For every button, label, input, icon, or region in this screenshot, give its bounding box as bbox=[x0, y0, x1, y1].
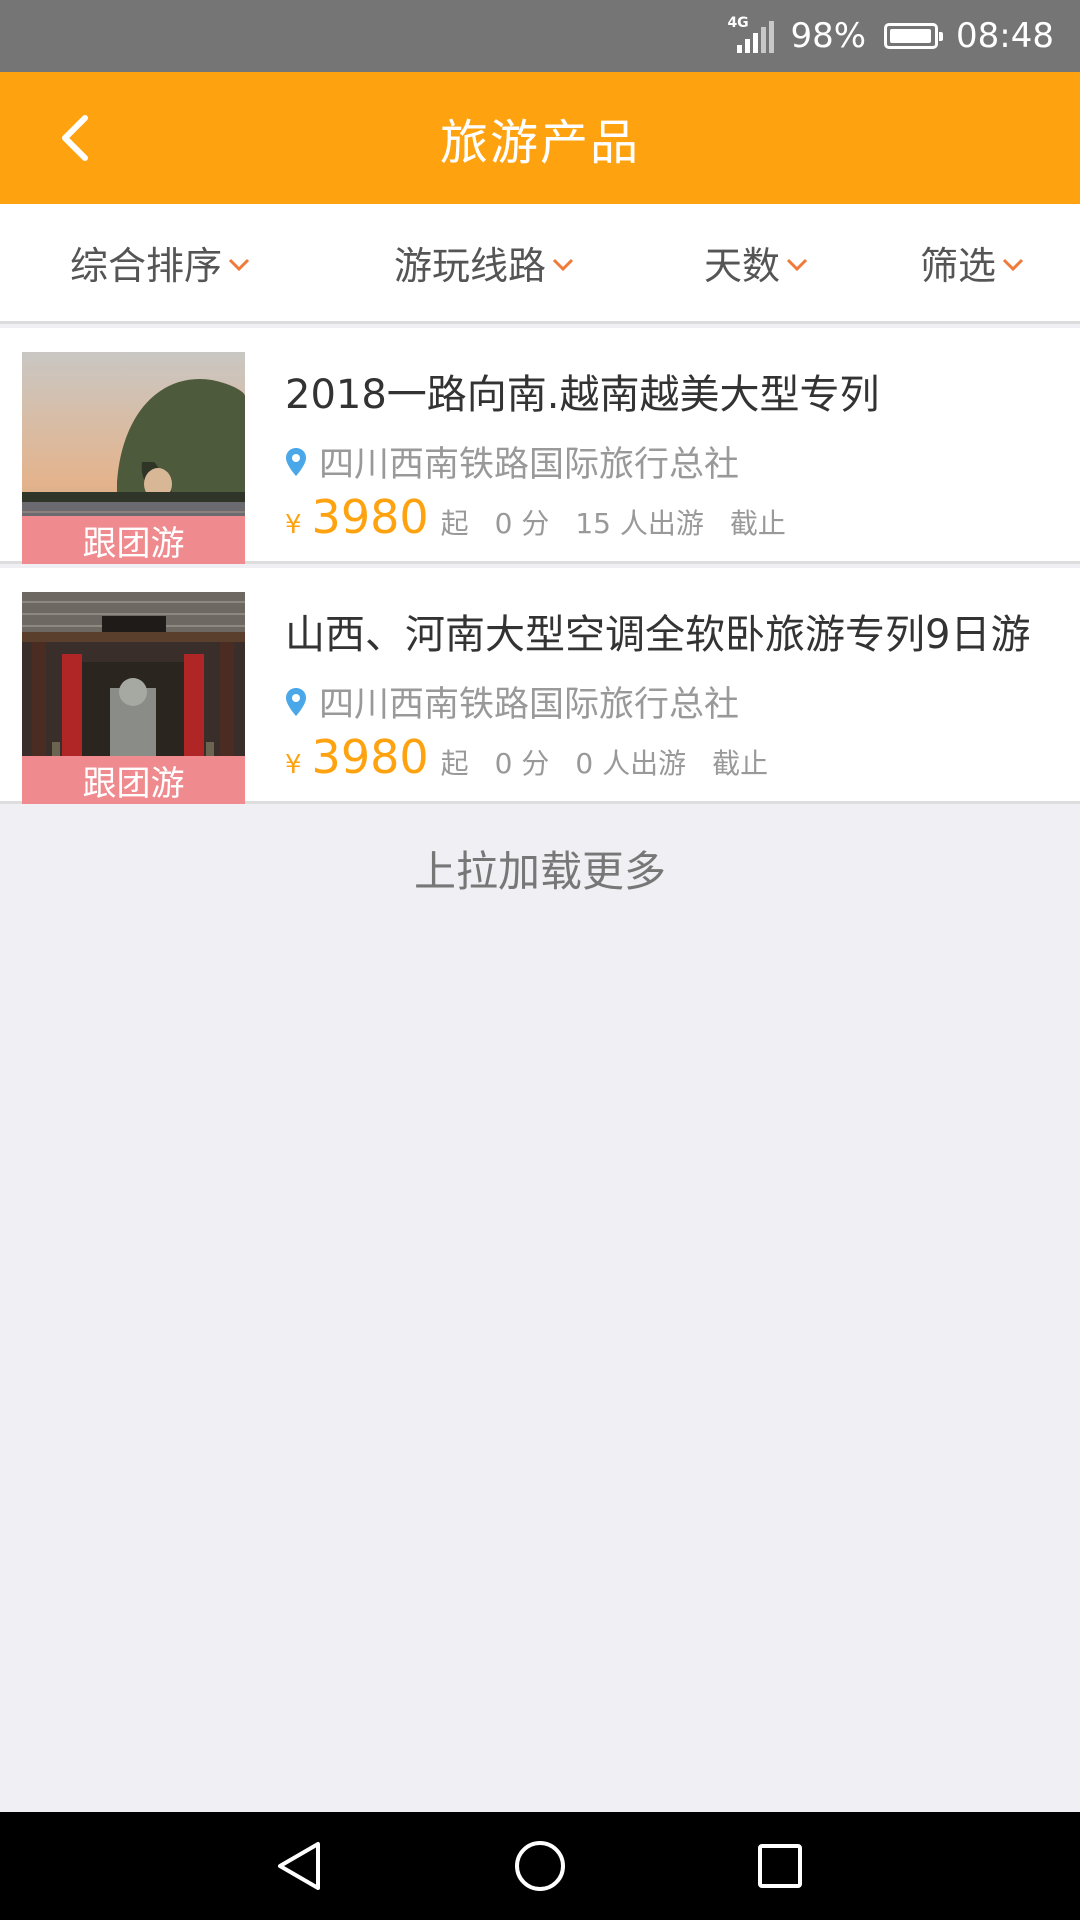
battery-icon bbox=[884, 23, 944, 49]
chevron-down-icon bbox=[228, 258, 250, 271]
chevron-down-icon bbox=[786, 258, 808, 271]
deadline-label: 截止 bbox=[712, 747, 769, 780]
filter-days[interactable]: 天数 bbox=[704, 204, 808, 321]
product-title: 2018一路向南.越南越美大型专列 bbox=[285, 372, 880, 418]
agency-row: 四川西南铁路国际旅行总社 bbox=[285, 436, 739, 487]
clock: 08:48 bbox=[956, 16, 1054, 56]
tour-type-badge: 跟团游 bbox=[22, 516, 245, 564]
product-thumbnail: 跟团游 bbox=[22, 352, 245, 564]
signal-icon: 4G bbox=[727, 15, 775, 53]
chevron-down-icon bbox=[1002, 258, 1024, 271]
currency-symbol: ¥ bbox=[285, 750, 302, 780]
deadline-label: 截止 bbox=[729, 507, 786, 540]
location-pin-icon bbox=[286, 447, 306, 476]
filter-more-label: 筛选 bbox=[920, 244, 997, 288]
status-bar: 4G 98% 08:48 bbox=[0, 0, 1080, 72]
navigation-bar bbox=[0, 1812, 1080, 1920]
filter-sort[interactable]: 综合排序 bbox=[70, 204, 250, 321]
back-triangle-icon[interactable] bbox=[272, 1838, 328, 1894]
price-value: 3980 bbox=[311, 730, 429, 784]
network-type: 4G bbox=[727, 15, 749, 31]
price-suffix: 起 bbox=[440, 507, 469, 540]
product-title: 山西、河南大型空调全软卧旅游专列9日游 bbox=[285, 612, 1031, 658]
tour-type-badge: 跟团游 bbox=[22, 756, 245, 804]
traveler-count: 15 人出游 bbox=[575, 507, 704, 540]
product-card[interactable]: 跟团游 山西、河南大型空调全软卧旅游专列9日游 四川西南铁路国际旅行总社 ¥ 3… bbox=[0, 568, 1080, 804]
currency-symbol: ¥ bbox=[285, 510, 302, 540]
price-value: 3980 bbox=[311, 490, 429, 544]
filter-more[interactable]: 筛选 bbox=[920, 204, 1024, 321]
location-pin-icon bbox=[286, 687, 306, 716]
filter-route-label: 游玩线路 bbox=[394, 244, 547, 288]
title-bar: 旅游产品 bbox=[0, 72, 1080, 204]
traveler-count: 0 人出游 bbox=[575, 747, 687, 780]
price-row: ¥ 3980 起 0 分 0 人出游 截止 bbox=[285, 730, 794, 784]
back-button[interactable] bbox=[38, 102, 110, 174]
product-thumbnail: 跟团游 bbox=[22, 592, 245, 804]
recents-square-icon[interactable] bbox=[752, 1838, 808, 1894]
product-card[interactable]: 跟团游 2018一路向南.越南越美大型专列 四川西南铁路国际旅行总社 ¥ 398… bbox=[0, 328, 1080, 564]
chevron-down-icon bbox=[552, 258, 574, 271]
battery-percent: 98% bbox=[790, 16, 867, 56]
page-title: 旅游产品 bbox=[439, 115, 640, 171]
price-row: ¥ 3980 起 0 分 15 人出游 截止 bbox=[285, 490, 812, 544]
agency-name: 四川西南铁路国际旅行总社 bbox=[319, 445, 740, 485]
rating-score: 0 分 bbox=[494, 507, 550, 540]
filter-sort-label: 综合排序 bbox=[70, 244, 223, 288]
price-suffix: 起 bbox=[440, 747, 469, 780]
filter-days-label: 天数 bbox=[704, 244, 781, 288]
rating-score: 0 分 bbox=[494, 747, 550, 780]
home-circle-icon[interactable] bbox=[512, 1838, 568, 1894]
agency-row: 四川西南铁路国际旅行总社 bbox=[285, 676, 739, 727]
load-more-hint: 上拉加载更多 bbox=[413, 847, 666, 896]
agency-name: 四川西南铁路国际旅行总社 bbox=[319, 685, 740, 725]
chevron-left-icon bbox=[62, 115, 88, 161]
filter-bar: 综合排序 游玩线路 天数 筛选 bbox=[0, 204, 1080, 324]
filter-route[interactable]: 游玩线路 bbox=[394, 204, 574, 321]
